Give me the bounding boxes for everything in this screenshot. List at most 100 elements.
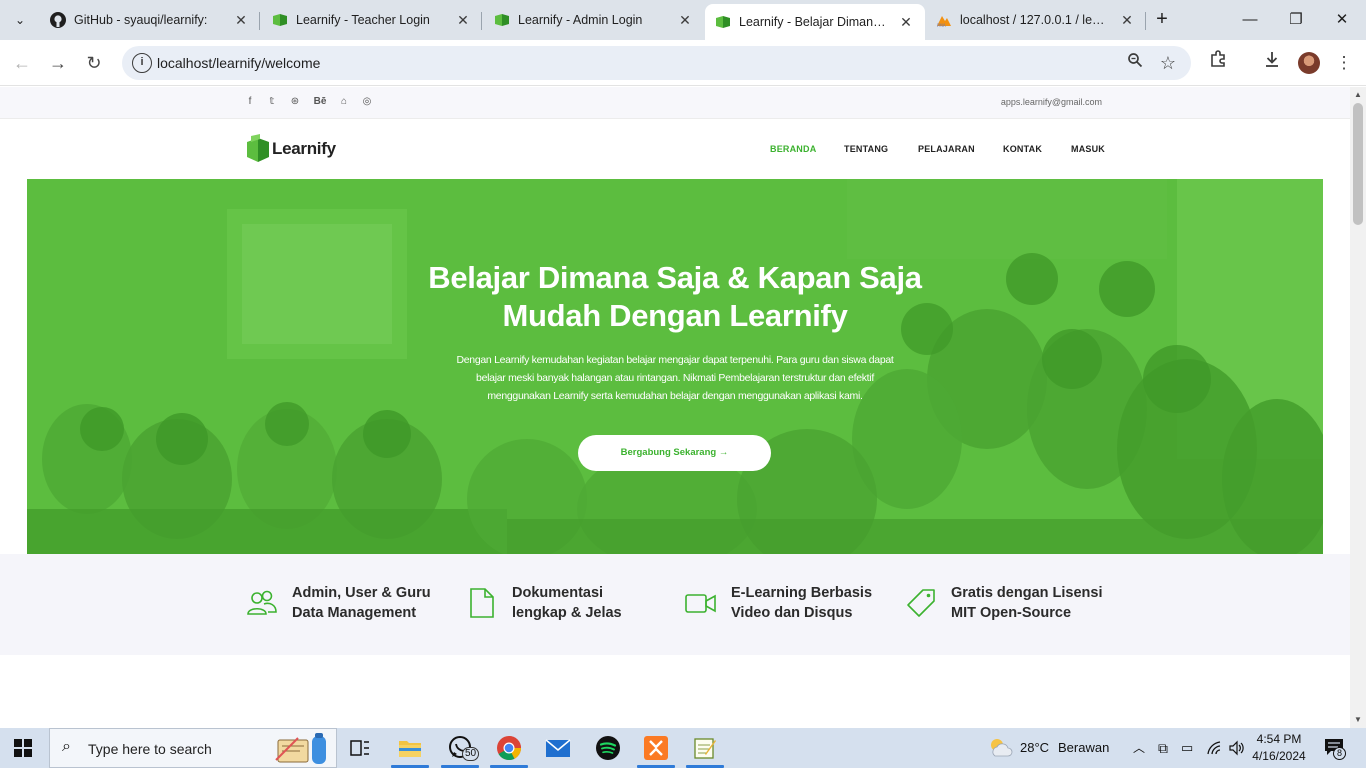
tag-icon <box>907 589 935 617</box>
wifi-icon[interactable] <box>1206 741 1222 755</box>
instagram-icon[interactable]: ◎ <box>360 96 374 107</box>
volume-icon[interactable] <box>1228 740 1244 756</box>
nav-masuk[interactable]: MASUK <box>1071 144 1105 154</box>
learnify-logo-icon <box>247 134 269 162</box>
feature-open-source: Gratis dengan Lisensi MIT Open-Source <box>905 583 1103 623</box>
feature-text: Gratis dengan Lisensi MIT Open-Source <box>951 585 1103 621</box>
phpmyadmin-icon: PMA <box>937 16 951 28</box>
whatsapp-icon[interactable]: 50 <box>446 734 480 762</box>
nav-pelajaran[interactable]: PELAJARAN <box>918 144 975 154</box>
task-view-icon[interactable] <box>346 734 374 762</box>
kebab-menu-icon[interactable]: ⋮ <box>1331 50 1357 76</box>
spotify-icon[interactable] <box>594 734 622 762</box>
contact-email[interactable]: apps.learnify@gmail.com <box>1001 97 1102 107</box>
restore-button[interactable]: ❐ <box>1274 6 1318 34</box>
learnify-icon <box>716 16 730 28</box>
hero-title-line2: Mudah Dengan Learnify <box>502 298 848 333</box>
minimize-button[interactable]: — <box>1228 6 1272 34</box>
tab-close-icon[interactable]: ✕ <box>1118 12 1136 29</box>
nav-tentang[interactable]: TENTANG <box>844 144 888 154</box>
site-navbar: Learnify BERANDA TENTANG PELAJARAN KONTA… <box>0 119 1350 179</box>
nav-beranda[interactable]: BERANDA <box>770 144 816 154</box>
tab-title: Learnify - Belajar Dimana Saja <box>739 15 889 29</box>
tab-close-icon[interactable]: ✕ <box>897 14 915 31</box>
page-viewport: f 𝕥 ⊛ Bē ⌂ ◎ apps.learnify@gmail.com Lea… <box>0 87 1350 728</box>
mail-icon[interactable] <box>544 734 572 762</box>
site-info-icon[interactable]: i <box>132 53 152 73</box>
taskbar-clock[interactable]: 4:54 PM 4/16/2024 <box>1247 731 1311 765</box>
address-bar[interactable]: i localhost/learnify/welcome ☆ <box>122 46 1191 80</box>
github-icon <box>50 12 66 28</box>
nav-kontak[interactable]: KONTAK <box>1003 144 1042 154</box>
whatsapp-badge: 50 <box>462 747 480 761</box>
download-icon[interactable] <box>1259 50 1285 76</box>
tab-title: localhost / 127.0.0.1 / learnify <box>960 13 1110 27</box>
facebook-icon[interactable]: f <box>243 96 257 107</box>
document-icon <box>470 588 494 618</box>
dribbble-icon[interactable]: ⊛ <box>288 96 302 107</box>
weather-cloud-icon[interactable] <box>987 736 1013 760</box>
hero-desc-line1: Dengan Learnify kemudahan kegiatan belaj… <box>456 354 894 366</box>
clock-time: 4:54 PM <box>1256 732 1302 746</box>
profile-avatar[interactable] <box>1298 52 1320 74</box>
tab-teacher-login[interactable]: Learnify - Teacher Login ✕ <box>262 4 482 36</box>
join-now-button[interactable]: Bergabung Sekarang → <box>578 435 771 471</box>
tray-chevron-up-icon[interactable]: ︿ <box>1133 728 1145 768</box>
twitter-icon[interactable]: 𝕥 <box>265 96 279 107</box>
meet-now-icon[interactable]: ⧉ <box>1158 728 1168 768</box>
feature-text: Admin, User & Guru Data Management <box>292 585 431 621</box>
notepad-plus-icon[interactable] <box>691 734 719 762</box>
weather-description[interactable]: Berawan <box>1058 728 1109 768</box>
feature-video-learning: E-Learning Berbasis Video dan Disqus <box>685 583 872 623</box>
back-arrow-icon[interactable]: ← <box>8 49 36 77</box>
weather-temperature[interactable]: 28°C <box>1020 728 1049 768</box>
tab-close-icon[interactable]: ✕ <box>232 12 250 29</box>
taskbar-search-placeholder[interactable]: Type here to search <box>88 741 212 757</box>
brand-logo[interactable]: Learnify <box>246 134 336 164</box>
hero-desc-line3: menggunakan Learnify serta kemudahan bel… <box>487 390 863 402</box>
tab-phpmyadmin[interactable]: PMA localhost / 127.0.0.1 / learnify ✕ <box>926 4 1146 36</box>
windows-taskbar: ⌕ Type here to search 50 28°C Berawan ︿ … <box>0 728 1366 768</box>
tab-github[interactable]: GitHub - syauqi/learnify: ✕ <box>40 4 260 36</box>
bookmark-star-icon[interactable]: ☆ <box>1157 52 1179 74</box>
taskbar-search[interactable]: ⌕ Type here to search <box>49 728 337 768</box>
svg-text:PMA: PMA <box>937 23 946 28</box>
feature-documentation: Dokumentasi lengkap & Jelas <box>466 583 622 623</box>
file-explorer-icon[interactable] <box>396 734 424 762</box>
behance-icon[interactable]: Bē <box>311 96 329 107</box>
github-icon[interactable]: ⌂ <box>337 96 351 107</box>
page-scrollbar[interactable]: ▲ ▼ <box>1350 87 1366 728</box>
reload-icon[interactable]: ↻ <box>80 49 108 77</box>
close-window-button[interactable]: ✕ <box>1320 6 1364 34</box>
feature-text: Dokumentasi lengkap & Jelas <box>512 585 622 621</box>
learnify-icon <box>495 14 509 26</box>
scroll-down-arrow-icon[interactable]: ▼ <box>1350 712 1366 728</box>
new-tab-button[interactable]: + <box>1150 8 1174 32</box>
tab-welcome-active[interactable]: Learnify - Belajar Dimana Saja ✕ <box>705 4 925 40</box>
browser-toolbar: ← → ↻ i localhost/learnify/welcome ☆ ⋮ <box>0 40 1366 86</box>
xampp-icon[interactable] <box>642 734 670 762</box>
address-url[interactable]: localhost/learnify/welcome <box>157 55 320 71</box>
forward-arrow-icon[interactable]: → <box>44 49 72 77</box>
zoom-icon[interactable] <box>1124 52 1146 74</box>
battery-icon[interactable]: ▭ <box>1181 728 1193 768</box>
notification-center-icon[interactable]: 8 <box>1324 738 1346 760</box>
feature-data-management: Admin, User & Guru Data Management <box>246 583 431 623</box>
scroll-up-arrow-icon[interactable]: ▲ <box>1350 87 1366 103</box>
tab-close-icon[interactable]: ✕ <box>454 12 472 29</box>
clock-date: 4/16/2024 <box>1252 749 1306 763</box>
search-icon: ⌕ <box>62 738 71 755</box>
tab-close-icon[interactable]: ✕ <box>676 12 694 29</box>
tab-title: Learnify - Admin Login <box>518 13 643 27</box>
tab-title: GitHub - syauqi/learnify: <box>74 13 208 27</box>
scroll-thumb[interactable] <box>1353 103 1363 225</box>
hero-title: Belajar Dimana Saja & Kapan Saja Mudah D… <box>27 259 1323 335</box>
tab-separator <box>481 12 482 30</box>
tab-admin-login[interactable]: Learnify - Admin Login ✕ <box>484 4 704 36</box>
extensions-icon[interactable] <box>1205 50 1231 76</box>
hero-section: Belajar Dimana Saja & Kapan Saja Mudah D… <box>27 179 1323 554</box>
chrome-icon[interactable] <box>495 734 523 762</box>
page-topbar: f 𝕥 ⊛ Bē ⌂ ◎ apps.learnify@gmail.com <box>0 87 1350 119</box>
tab-search-chevron-icon[interactable]: ⌄ <box>6 6 34 34</box>
windows-start-icon[interactable] <box>14 739 32 757</box>
